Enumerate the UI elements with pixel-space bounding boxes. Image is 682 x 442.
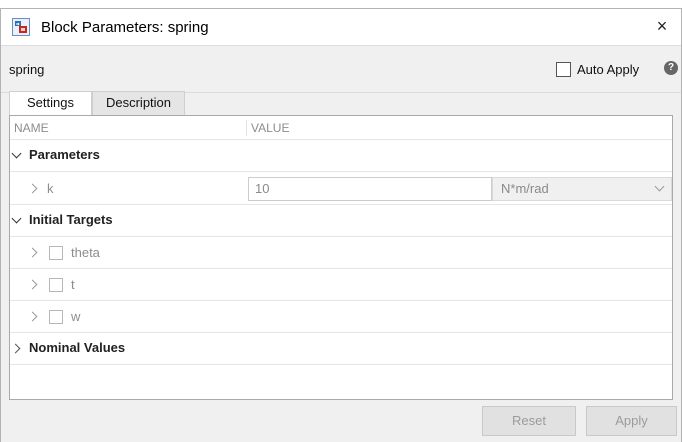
column-header-name: NAME <box>14 121 49 135</box>
auto-apply-label[interactable]: Auto Apply <box>577 62 639 77</box>
simulink-block-icon <box>12 18 30 36</box>
parameter-row-k: k 10 N*m/rad <box>10 173 672 205</box>
parameter-unit-k-select[interactable]: N*m/rad <box>492 177 672 201</box>
help-icon[interactable]: ? <box>664 61 678 75</box>
table-header: NAME VALUE <box>10 116 672 140</box>
chevron-right-icon[interactable] <box>27 279 38 290</box>
chevron-down-icon[interactable] <box>11 213 22 224</box>
target-name-theta: theta <box>71 245 100 260</box>
target-theta-checkbox[interactable] <box>49 246 63 260</box>
tab-strip: Settings Description <box>1 91 681 116</box>
target-name-t: t <box>71 277 75 292</box>
section-initial-targets-label: Initial Targets <box>29 212 113 227</box>
reset-button[interactable]: Reset <box>482 406 576 436</box>
target-w-checkbox[interactable] <box>49 310 63 324</box>
target-row-w: w <box>10 301 672 333</box>
block-parameters-dialog: Block Parameters: spring × spring Auto A… <box>0 8 682 442</box>
window-title: Block Parameters: spring <box>41 19 209 36</box>
auto-apply-box[interactable] <box>556 61 571 77</box>
tab-settings[interactable]: Settings <box>9 91 92 116</box>
parameters-table: NAME VALUE Parameters k 10 N*m/rad Initi… <box>9 115 673 400</box>
column-divider[interactable] <box>246 120 247 136</box>
title-bar: Block Parameters: spring × <box>1 9 681 45</box>
dialog-footer: Reset Apply <box>1 400 681 442</box>
section-parameters[interactable]: Parameters <box>10 140 672 172</box>
target-row-t: t <box>10 269 672 301</box>
section-initial-targets[interactable]: Initial Targets <box>10 205 672 237</box>
section-nominal-values[interactable]: Nominal Values <box>10 333 672 365</box>
chevron-right-icon[interactable] <box>27 247 38 258</box>
close-icon[interactable]: × <box>649 13 675 39</box>
apply-button[interactable]: Apply <box>586 406 677 436</box>
chevron-down-icon[interactable] <box>11 148 22 159</box>
parameter-name-k: k <box>47 181 54 196</box>
chevron-right-icon[interactable] <box>27 183 38 194</box>
column-header-value: VALUE <box>251 121 290 135</box>
block-name-label: spring <box>9 62 45 77</box>
target-name-w: w <box>71 309 81 324</box>
section-nominal-values-label: Nominal Values <box>29 340 126 355</box>
block-header-bar: spring Auto Apply ? <box>1 45 681 93</box>
target-t-checkbox[interactable] <box>49 278 63 292</box>
auto-apply-checkbox[interactable]: Auto Apply <box>556 59 639 79</box>
chevron-right-icon[interactable] <box>10 343 21 354</box>
target-row-theta: theta <box>10 237 672 269</box>
tab-description[interactable]: Description <box>92 91 185 115</box>
parameter-unit-k-value: N*m/rad <box>501 181 549 196</box>
section-parameters-label: Parameters <box>29 147 100 162</box>
chevron-down-icon[interactable] <box>654 181 665 192</box>
parameter-value-k-input[interactable]: 10 <box>248 177 492 201</box>
chevron-right-icon[interactable] <box>27 311 38 322</box>
